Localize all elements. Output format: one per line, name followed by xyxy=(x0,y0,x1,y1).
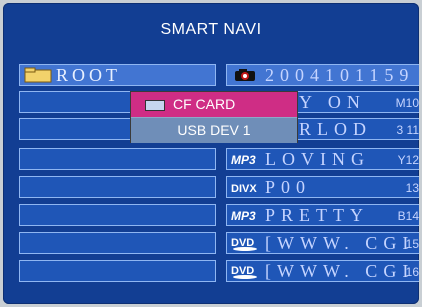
file-name: 2004101159 xyxy=(265,65,415,85)
file-index: Y12 xyxy=(397,153,419,167)
left-row[interactable] xyxy=(19,176,216,198)
file-name: LOVING xyxy=(265,149,370,169)
file-item[interactable]: DIVX P00 13 xyxy=(226,176,419,198)
mp3-icon: MP3 xyxy=(231,153,256,167)
cf-card-icon xyxy=(145,100,165,111)
file-index: 13 xyxy=(405,181,419,195)
svg-text:DIVX: DIVX xyxy=(231,183,257,195)
left-row[interactable] xyxy=(19,148,216,170)
file-name: [WWW. CGI xyxy=(265,233,415,253)
file-item[interactable]: 2004101159 xyxy=(226,64,419,86)
popup-item-cf-card[interactable]: CF CARD xyxy=(131,92,297,117)
left-row[interactable] xyxy=(19,204,216,226)
file-index: 3 11 xyxy=(396,123,419,137)
file-name: Y ON xyxy=(299,92,366,112)
root-label: ROOT xyxy=(56,65,121,85)
file-name: PRETTY xyxy=(265,205,370,225)
file-name: RLOD xyxy=(299,119,372,139)
file-index: 15 xyxy=(405,237,419,251)
left-row[interactable] xyxy=(19,232,216,254)
folder-icon xyxy=(24,67,52,83)
popup-item-usb-dev-1[interactable]: USB DEV 1 xyxy=(131,118,297,143)
svg-text:MP3: MP3 xyxy=(231,209,256,223)
camera-icon xyxy=(235,69,255,81)
file-index: M10 xyxy=(395,96,419,110)
file-index: B14 xyxy=(397,209,419,223)
svg-text:MP3: MP3 xyxy=(231,153,256,167)
file-index: 16 xyxy=(405,265,419,279)
file-item[interactable]: DVD [WWW. CGI 16 xyxy=(226,260,419,282)
popup-item-label: CF CARD xyxy=(173,96,236,112)
left-row[interactable] xyxy=(19,260,216,282)
smart-navi-screen: SMART NAVI ROOT 2004101159 Y ON M10 RLOD… xyxy=(3,3,419,304)
dvd-icon: DVD xyxy=(231,265,257,279)
screen-title: SMART NAVI xyxy=(160,21,262,38)
mp3-icon: MP3 xyxy=(231,209,256,223)
file-name: [WWW. CGI xyxy=(265,261,415,281)
device-popup: CF CARD USB DEV 1 xyxy=(130,91,298,143)
divx-icon: DIVX xyxy=(231,183,257,195)
file-name: P00 xyxy=(265,177,312,197)
file-item[interactable]: MP3 PRETTY B14 xyxy=(226,204,419,226)
folder-root[interactable]: ROOT xyxy=(19,64,216,86)
popup-item-label: USB DEV 1 xyxy=(177,122,251,138)
dvd-icon: DVD xyxy=(231,237,257,251)
file-item[interactable]: MP3 LOVING Y12 xyxy=(226,148,419,170)
file-item[interactable]: DVD [WWW. CGI 15 xyxy=(226,232,419,254)
